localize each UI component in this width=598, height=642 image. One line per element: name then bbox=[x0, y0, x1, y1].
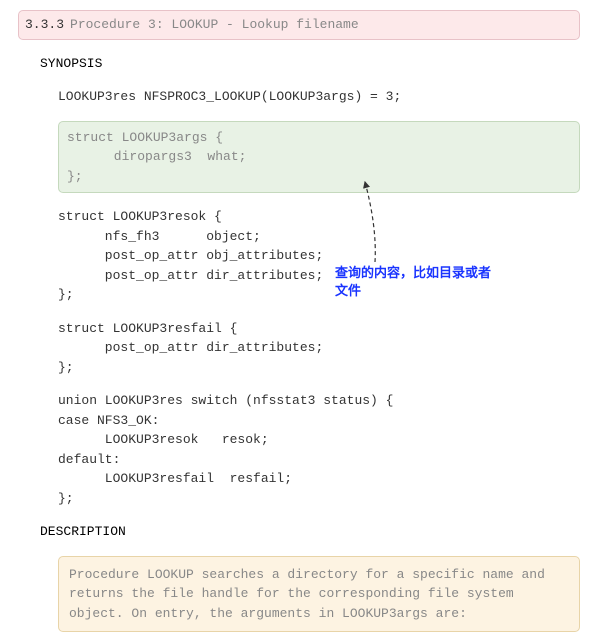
section-header: 3.3.3 Procedure 3: LOOKUP - Lookup filen… bbox=[18, 10, 580, 40]
args-struct-box: struct LOOKUP3args { diropargs3 what; }; bbox=[58, 121, 580, 194]
section-number: 3.3.3 bbox=[25, 15, 64, 35]
resfail-struct: struct LOOKUP3resfail { post_op_attr dir… bbox=[58, 319, 580, 378]
description-heading: DESCRIPTION bbox=[40, 522, 580, 542]
union-def: union LOOKUP3res switch (nfsstat3 status… bbox=[58, 391, 580, 508]
section-title: Procedure 3: LOOKUP - Lookup filename bbox=[70, 15, 359, 35]
synopsis-heading: SYNOPSIS bbox=[40, 54, 580, 74]
resok-struct: struct LOOKUP3resok { nfs_fh3 object; po… bbox=[58, 207, 580, 305]
annotation-callout: 查询的内容，比如目录或者文件 bbox=[335, 264, 495, 300]
function-signature: LOOKUP3res NFSPROC3_LOOKUP(LOOKUP3args) … bbox=[58, 87, 580, 107]
description-box: Procedure LOOKUP searches a directory fo… bbox=[58, 556, 580, 633]
